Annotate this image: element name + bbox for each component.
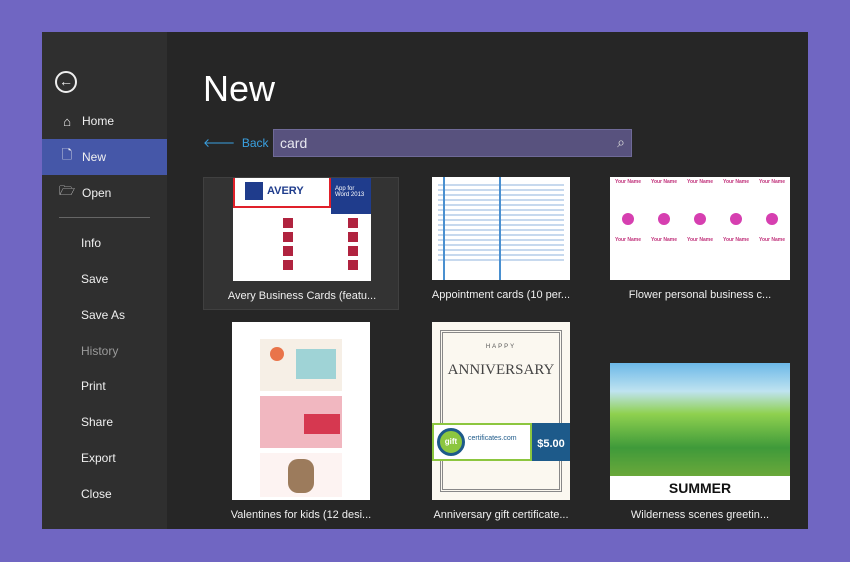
- sidebar-item-home[interactable]: ⌂ Home: [42, 103, 167, 139]
- label: Home: [82, 114, 115, 128]
- app-badge: App for Word 2013: [331, 178, 371, 214]
- thumb-happy: HAPPY: [485, 344, 517, 350]
- logo-text: AVERY: [267, 185, 304, 197]
- template-thumbnail: HAPPY ANNIVERSARY gift certificates.com $…: [432, 322, 570, 500]
- template-wilderness-scenes[interactable]: SUMMER Wilderness scenes greetin...: [602, 322, 798, 529]
- sidebar: ← ⌂ Home 🗋 New 🗁 Open Info Save Save As His…: [42, 32, 167, 529]
- sidebar-item-new[interactable]: 🗋 New: [42, 139, 167, 175]
- template-caption: Flower personal business c...: [628, 289, 772, 301]
- template-anniversary-gift-certificate[interactable]: HAPPY ANNIVERSARY gift certificates.com $…: [403, 322, 599, 529]
- card-name: Your Name: [686, 237, 714, 243]
- word-new-backstage: ← ⌂ Home 🗋 New 🗁 Open Info Save Save As His…: [42, 32, 808, 529]
- card-name: Your Name: [758, 237, 786, 243]
- logo-text: certificates.com: [468, 435, 517, 442]
- card-name: Your Name: [614, 179, 642, 185]
- template-valentines-for-kids[interactable]: Valentines for kids (12 desi...: [203, 322, 399, 529]
- sidebar-item-export[interactable]: Export: [42, 440, 167, 476]
- sidebar-item-open[interactable]: 🗁 Open: [42, 175, 167, 211]
- sidebar-item-close[interactable]: Close: [42, 476, 167, 512]
- sidebar-item-history: History: [81, 344, 119, 358]
- search-icon[interactable]: ⌕: [617, 134, 625, 151]
- card-name: Your Name: [722, 179, 750, 185]
- label: New: [82, 150, 107, 164]
- card-name: Your Name: [722, 237, 750, 243]
- arrow-left-icon: 🡐: [203, 136, 236, 150]
- template-flower-business-cards[interactable]: Your Name Your Name Your Name Your Name Your…: [602, 177, 798, 310]
- card-name: Your Name: [650, 237, 678, 243]
- template-caption: Appointment cards (10 per...: [431, 289, 571, 301]
- template-caption: Wilderness scenes greetin...: [630, 509, 770, 521]
- sidebar-item-save[interactable]: Save: [42, 261, 167, 297]
- template-thumbnail: SUMMER: [610, 363, 790, 500]
- card-name: Your Name: [686, 179, 714, 185]
- template-thumbnail: [432, 177, 570, 280]
- thumb-anniversary: ANNIVERSARY: [447, 362, 555, 378]
- template-thumbnail: Your Name Your Name Your Name Your Name Your…: [610, 177, 790, 280]
- back-arrow-icon[interactable]: ←: [55, 71, 77, 93]
- divider: [59, 217, 150, 218]
- template-appointment-cards[interactable]: Appointment cards (10 per...: [403, 177, 599, 310]
- folder-open-icon: 🗁: [59, 183, 76, 198]
- card-name: Your Name: [650, 179, 678, 185]
- search-input[interactable]: card ⌕: [273, 129, 632, 157]
- gift-logo-icon: gift: [437, 428, 465, 456]
- template-thumbnail: AVERY App for Word 2013: [233, 178, 371, 281]
- label: Open: [82, 186, 112, 200]
- sidebar-item-share[interactable]: Share: [42, 404, 167, 440]
- card-name: Your Name: [758, 179, 786, 185]
- document-icon: 🗋: [61, 147, 73, 162]
- back-label: Back: [241, 136, 269, 150]
- price-badge: $5.00: [532, 423, 570, 461]
- sidebar-item-info[interactable]: Info: [42, 225, 167, 261]
- template-caption: Avery Business Cards (featu...: [227, 290, 377, 302]
- search-value: card: [280, 135, 308, 151]
- back-link[interactable]: 🡐 Back: [203, 135, 269, 150]
- avery-logo-icon: [245, 182, 263, 200]
- template-caption: Valentines for kids (12 desi...: [230, 509, 372, 521]
- template-thumbnail: [232, 322, 370, 500]
- thumb-summer: SUMMER: [668, 480, 732, 496]
- sidebar-item-print[interactable]: Print: [42, 368, 167, 404]
- page-title: New: [203, 68, 276, 109]
- template-avery-business-cards[interactable]: AVERY App for Word 2013 Avery Business C…: [203, 177, 399, 310]
- sidebar-item-save-as[interactable]: Save As: [42, 297, 167, 333]
- template-caption: Anniversary gift certificate...: [433, 509, 569, 521]
- card-name: Your Name: [614, 237, 642, 243]
- home-icon: ⌂: [63, 113, 71, 129]
